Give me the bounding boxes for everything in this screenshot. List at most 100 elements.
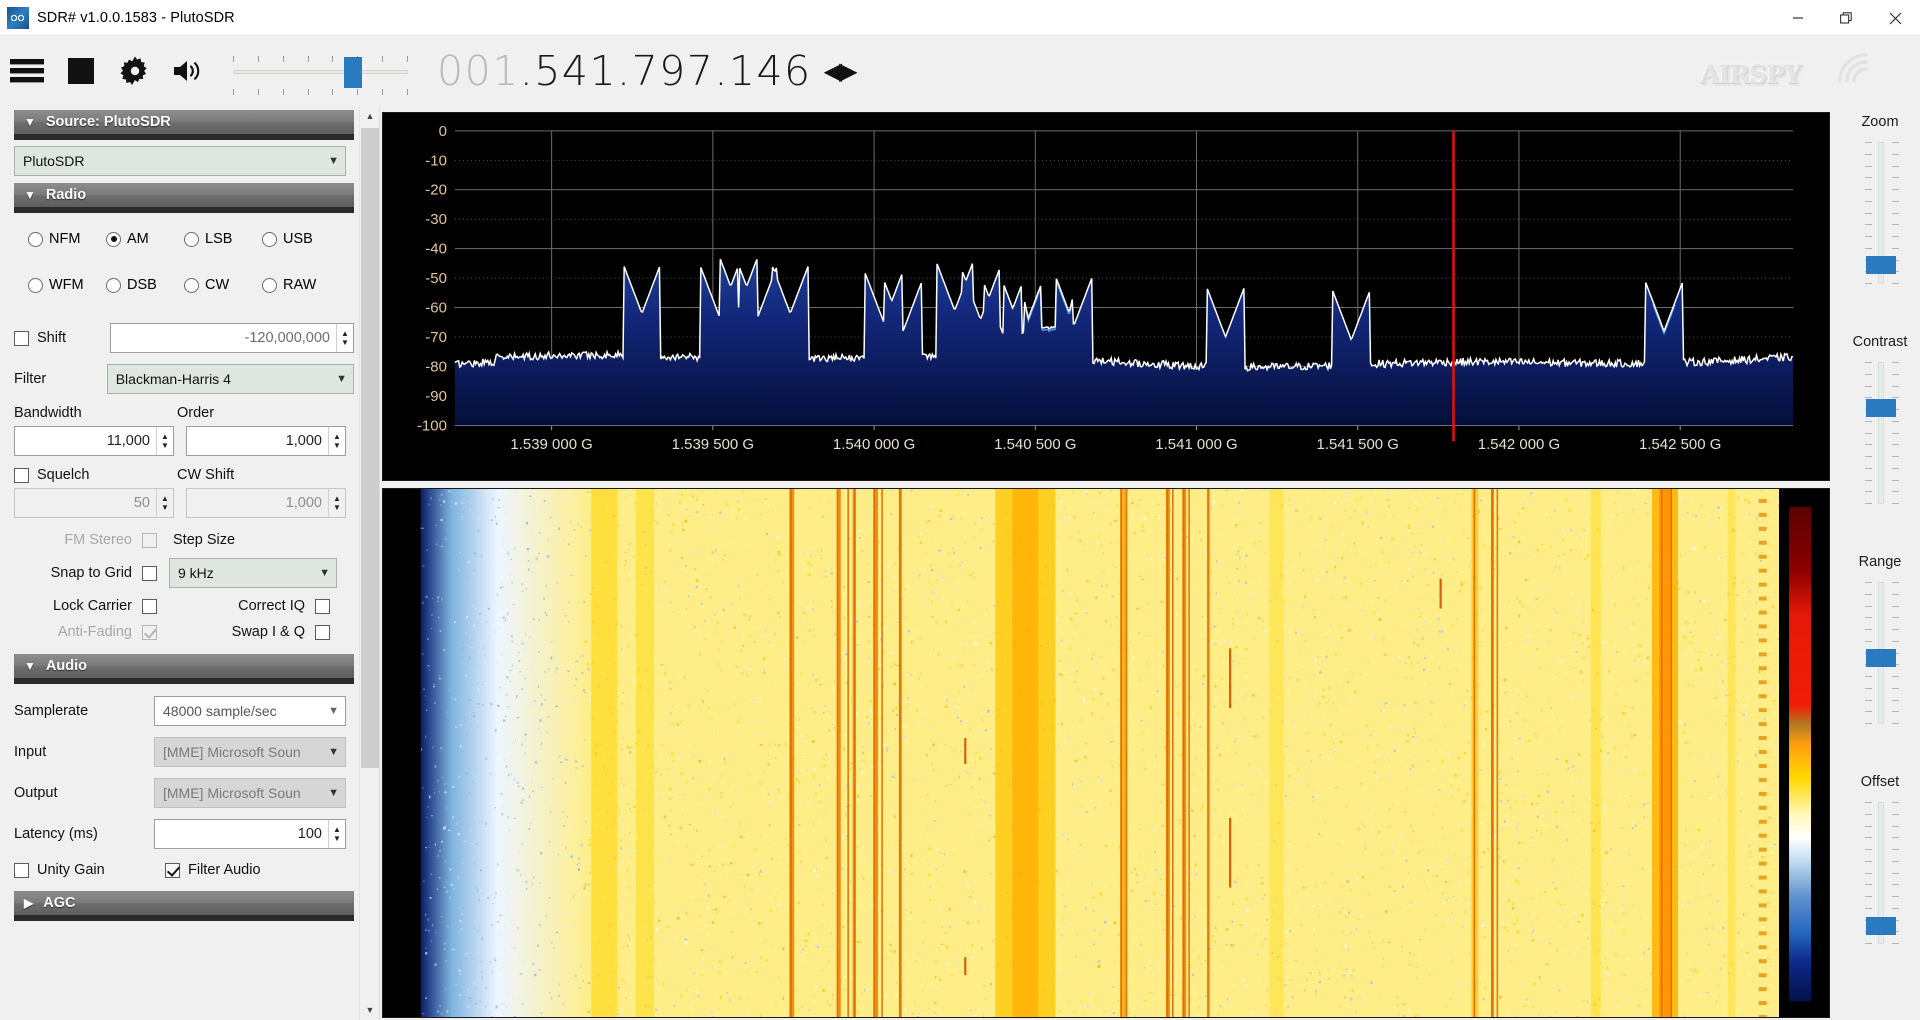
- close-button[interactable]: [1871, 0, 1920, 36]
- range-slider[interactable]: [1840, 578, 1920, 728]
- contrast-slider-track[interactable]: [1878, 362, 1884, 504]
- filter-select[interactable]: Blackman-Harris 4 ▼: [107, 364, 354, 394]
- stop-square-icon[interactable]: [54, 36, 108, 106]
- svg-text:1.539 000 G: 1.539 000 G: [510, 436, 592, 453]
- squelch-label: Squelch: [37, 467, 177, 483]
- mode-radio-lsb[interactable]: LSB: [184, 231, 262, 247]
- source-select[interactable]: PlutoSDR ▼: [14, 146, 346, 176]
- maximize-restore-button[interactable]: [1822, 0, 1871, 36]
- window-titlebar: SDR# v1.0.0.1583 - PlutoSDR: [0, 0, 1920, 36]
- swap-iq-label: Swap I & Q: [167, 624, 305, 640]
- bandwidth-field[interactable]: 11,000 ▲▼: [14, 426, 174, 456]
- order-stepper[interactable]: ▲▼: [328, 427, 345, 455]
- mode-radio-cw[interactable]: CW: [184, 277, 262, 293]
- radio-indicator: [262, 278, 277, 293]
- squelch-stepper[interactable]: ▲▼: [156, 489, 173, 517]
- group-header-source[interactable]: ▼ Source: PlutoSDR: [14, 110, 354, 140]
- source-select-value: PlutoSDR: [23, 153, 84, 169]
- anti-fading-label: Anti-Fading: [14, 624, 132, 640]
- frequency-digits: .541.797.146: [520, 47, 812, 95]
- snap-to-grid-row: Snap to Grid 9 kHz ▼: [14, 558, 354, 588]
- offset-slider[interactable]: [1840, 798, 1920, 948]
- mode-label: WFM: [49, 277, 84, 293]
- latency-field[interactable]: 100 ▲▼: [154, 819, 346, 849]
- airspy-logo-text: AIRSPY: [1700, 60, 1801, 89]
- volume-slider-track[interactable]: [233, 70, 408, 74]
- spectrum-analyzer[interactable]: 0-10-20-30-40-50-60-70-80-90-100 1.539 0…: [382, 112, 1830, 481]
- svg-text:-30: -30: [425, 211, 447, 228]
- mode-radio-nfm[interactable]: NFM: [28, 231, 106, 247]
- mode-radio-raw[interactable]: RAW: [262, 277, 340, 293]
- mode-radio-am[interactable]: AM: [106, 231, 184, 247]
- mode-label: LSB: [205, 231, 232, 247]
- output-select: [MME] Microsoft Soun ▼: [154, 778, 346, 808]
- output-row: Output [MME] Microsoft Soun ▼: [14, 778, 354, 808]
- mode-radio-usb[interactable]: USB: [262, 231, 340, 247]
- waterfall-color-scale[interactable]: [1789, 507, 1811, 1001]
- frequency-step-arrows-icon[interactable]: ◀▶: [824, 57, 855, 85]
- svg-text:-40: -40: [425, 241, 447, 258]
- speaker-volume-icon[interactable]: [162, 36, 216, 106]
- frequency-display[interactable]: 001.541.797.146 ◀▶: [437, 47, 855, 95]
- order-value: 1,000: [187, 433, 328, 449]
- mode-radio-wfm[interactable]: WFM: [28, 277, 106, 293]
- mode-radio-dsb[interactable]: DSB: [106, 277, 184, 293]
- mode-label: CW: [205, 277, 229, 293]
- zoom-slider-label: Zoom: [1840, 114, 1920, 130]
- sidebar-scrollbar[interactable]: ▲ ▼: [359, 106, 379, 1020]
- shift-value: -120,000,000: [111, 330, 336, 346]
- contrast-slider-group: Contrast: [1840, 334, 1920, 508]
- chevron-up-icon[interactable]: ▲: [360, 106, 380, 126]
- latency-label: Latency (ms): [14, 826, 154, 842]
- radio-indicator: [184, 232, 199, 247]
- group-header-audio[interactable]: ▼ Audio: [14, 654, 354, 684]
- zoom-slider[interactable]: [1840, 138, 1920, 288]
- gear-icon[interactable]: [108, 36, 162, 106]
- range-slider-thumb[interactable]: [1866, 649, 1896, 667]
- lockcarrier-correctiq-row: Lock Carrier Correct IQ: [14, 598, 354, 614]
- correct-iq-checkbox[interactable]: [315, 599, 330, 614]
- control-sidebar: ▼ Source: PlutoSDR PlutoSDR ▼ ▼ Radio NF…: [0, 106, 380, 1020]
- offset-slider-thumb[interactable]: [1866, 917, 1896, 935]
- zoom-slider-group: Zoom: [1840, 114, 1920, 288]
- svg-text:-20: -20: [425, 182, 447, 199]
- shift-checkbox[interactable]: [14, 331, 29, 346]
- contrast-slider-thumb[interactable]: [1866, 399, 1896, 417]
- squelch-value: 50: [15, 495, 156, 511]
- svg-text:0: 0: [439, 123, 447, 140]
- svg-text:1.540 000 G: 1.540 000 G: [833, 436, 915, 453]
- bandwidth-stepper[interactable]: ▲▼: [156, 427, 173, 455]
- waterfall-display[interactable]: [382, 488, 1830, 1018]
- cw-shift-stepper[interactable]: ▲▼: [328, 489, 345, 517]
- samplerate-select[interactable]: 48000 sample/sec ▼: [154, 696, 346, 726]
- squelch-field[interactable]: 50 ▲▼: [14, 488, 174, 518]
- minimize-button[interactable]: [1773, 0, 1822, 36]
- order-field[interactable]: 1,000 ▲▼: [186, 426, 346, 456]
- svg-text:1.540 500 G: 1.540 500 G: [994, 436, 1076, 453]
- unity-gain-checkbox[interactable]: [14, 863, 29, 878]
- shift-value-field[interactable]: -120,000,000 ▲▼: [110, 323, 354, 353]
- snap-to-grid-checkbox[interactable]: [142, 566, 157, 581]
- cw-shift-field[interactable]: 1,000 ▲▼: [186, 488, 346, 518]
- contrast-slider[interactable]: [1840, 358, 1920, 508]
- group-header-agc[interactable]: ▶ AGC: [14, 891, 354, 921]
- spectrum-svg: 0-10-20-30-40-50-60-70-80-90-100 1.539 0…: [383, 113, 1829, 480]
- zoom-slider-thumb[interactable]: [1866, 256, 1896, 274]
- filter-audio-checkbox[interactable]: [165, 863, 180, 878]
- step-size-select[interactable]: 9 kHz ▼: [169, 558, 337, 588]
- chevron-down-icon: ▼: [328, 746, 339, 758]
- shift-stepper[interactable]: ▲▼: [336, 324, 353, 352]
- lock-carrier-checkbox[interactable]: [142, 599, 157, 614]
- group-header-radio[interactable]: ▼ Radio: [14, 183, 354, 213]
- main-toolbar: 001.541.797.146 ◀▶ AIRSPY: [0, 36, 1920, 106]
- sidebar-scrollbar-thumb[interactable]: [361, 128, 379, 768]
- chevron-down-icon[interactable]: ▼: [360, 1000, 380, 1020]
- volume-slider-thumb[interactable]: [344, 57, 362, 88]
- swap-iq-checkbox[interactable]: [315, 625, 330, 640]
- hamburger-menu-icon[interactable]: [0, 36, 54, 106]
- squelch-checkbox[interactable]: [14, 468, 29, 483]
- airspy-logo: AIRSPY: [1696, 50, 1896, 94]
- main-content: ▼ Source: PlutoSDR PlutoSDR ▼ ▼ Radio NF…: [0, 106, 1920, 1020]
- latency-stepper[interactable]: ▲▼: [328, 820, 345, 848]
- volume-slider[interactable]: [228, 41, 413, 101]
